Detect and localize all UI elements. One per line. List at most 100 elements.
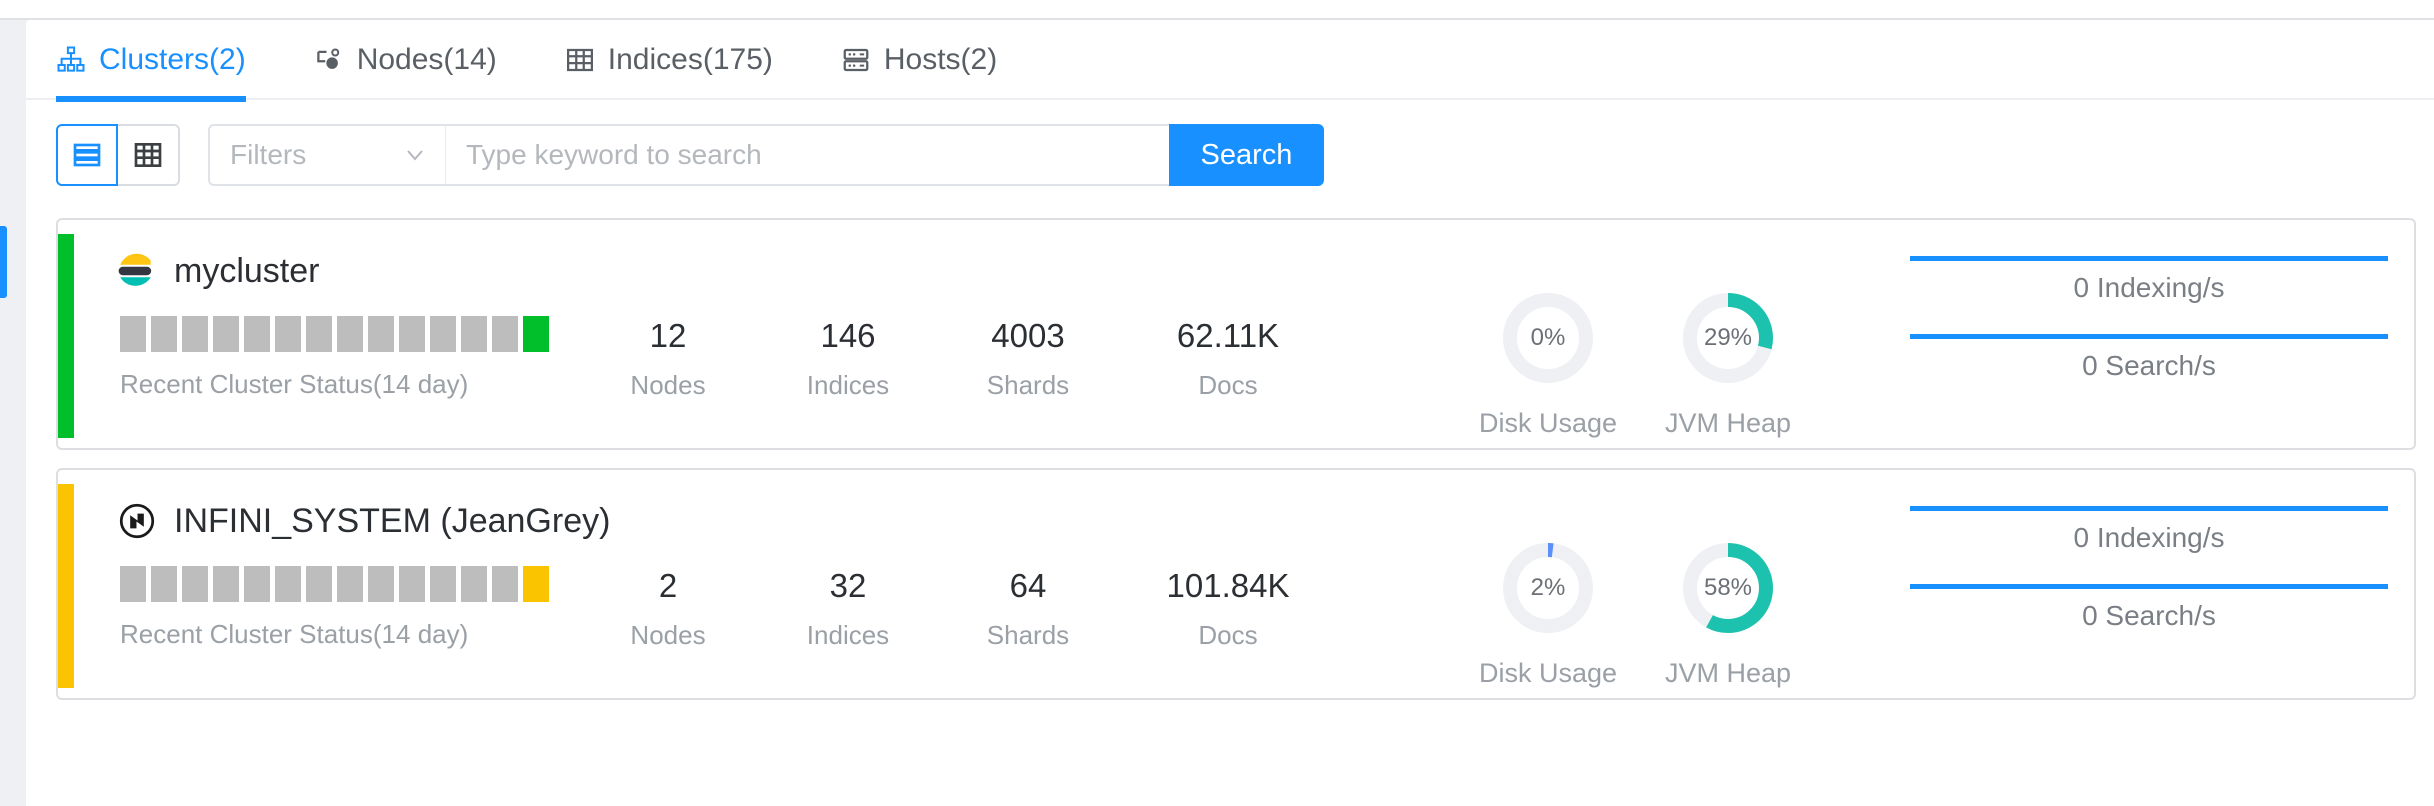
page-root: Clusters(2) Nodes(14) Indices(175) Hosts(2)	[0, 0, 2434, 806]
chevron-down-icon	[407, 150, 423, 161]
status-bar-day[interactable]	[523, 566, 549, 602]
stat-indices: 32 Indices	[758, 566, 938, 652]
status-bar-day[interactable]	[461, 316, 487, 352]
stat-docs: 101.84K Docs	[1138, 566, 1318, 652]
stat-value: 4003	[991, 317, 1065, 354]
left-edge-scroll-indicator[interactable]	[0, 226, 7, 298]
tab-clusters[interactable]: Clusters(2)	[56, 20, 246, 102]
tab-indices[interactable]: Indices(175)	[565, 20, 773, 100]
sparkline-label: 0 Search/s	[2082, 600, 2216, 631]
sparkline-block[interactable]: 0 Search/s	[1910, 584, 2388, 662]
gauge-jvm-heap: 58% JVM Heap	[1638, 536, 1818, 689]
server-icon	[843, 48, 869, 72]
recent-cluster-status: Recent Cluster Status(14 day)	[116, 316, 586, 400]
stat-value: 101.84K	[1166, 567, 1290, 604]
status-bar-day[interactable]	[306, 316, 332, 352]
status-bar-day[interactable]	[399, 566, 425, 602]
sparkline-path	[1910, 506, 2388, 511]
gauge-label: Disk Usage	[1478, 408, 1618, 438]
status-bar-day[interactable]	[368, 316, 394, 352]
sparkline-block[interactable]: 0 Indexing/s	[1910, 506, 2388, 584]
cluster-name: INFINI_SYSTEM (JeanGrey)	[174, 501, 611, 540]
status-bar-day[interactable]	[461, 566, 487, 602]
filters-label: Filters	[230, 139, 307, 170]
top-strip	[0, 0, 2434, 18]
gauge-disk-usage: 0% Disk Usage	[1458, 286, 1638, 439]
tab-list: Clusters(2) Nodes(14) Indices(175) Hosts(2)	[26, 20, 2434, 102]
stat-label: Indices	[806, 370, 890, 400]
status-bar-day[interactable]	[275, 566, 301, 602]
status-bar-day[interactable]	[430, 566, 456, 602]
status-bar-day[interactable]	[151, 566, 177, 602]
status-bar-day[interactable]	[213, 566, 239, 602]
status-bar-day[interactable]	[337, 316, 363, 352]
sparkline-label: 0 Indexing/s	[2073, 272, 2225, 303]
status-bar-day[interactable]	[430, 316, 456, 352]
status-chart-label: Recent Cluster Status(14 day)	[120, 369, 469, 399]
status-bar-day[interactable]	[182, 566, 208, 602]
cluster-name: mycluster	[174, 251, 320, 290]
list-view-button[interactable]	[56, 124, 118, 186]
tab-label: Nodes(14)	[356, 43, 497, 76]
tab-nodes[interactable]: Nodes(14)	[314, 20, 497, 100]
status-bar-day[interactable]	[182, 316, 208, 352]
status-bar-day[interactable]	[492, 316, 518, 352]
status-bar-day[interactable]	[399, 316, 425, 352]
stat-value: 2	[658, 567, 678, 604]
filters-dropdown[interactable]: Filters	[208, 124, 446, 186]
gauge-disk-usage: 2% Disk Usage	[1458, 536, 1638, 689]
stat-value: 32	[829, 567, 867, 604]
cluster-card[interactable]: mycluster Recent Cluster Status(14 day) 12…	[56, 218, 2416, 450]
stat-label: Nodes	[630, 620, 706, 650]
status-bar-day[interactable]	[244, 566, 270, 602]
stat-nodes: 2 Nodes	[578, 566, 758, 652]
tab-bar: Clusters(2) Nodes(14) Indices(175) Hosts(2)	[26, 20, 2434, 102]
status-bar-day[interactable]	[306, 566, 332, 602]
infini-icon	[119, 503, 155, 539]
table-view-button[interactable]	[118, 124, 180, 186]
tab-label: Clusters(2)	[99, 43, 246, 76]
stat-label: Indices	[806, 620, 890, 650]
status-bar-day[interactable]	[368, 566, 394, 602]
toolbar: Filters Search	[26, 100, 2434, 210]
status-chart-label: Recent Cluster Status(14 day)	[120, 619, 469, 649]
stat-value: 146	[820, 317, 876, 354]
gauge-value: 29%	[1703, 324, 1753, 351]
node-icon	[316, 48, 339, 69]
stat-label: Shards	[986, 620, 1070, 650]
status-bar-day[interactable]	[523, 316, 549, 352]
stat-value: 62.11K	[1176, 317, 1280, 354]
cluster-card[interactable]: INFINI_SYSTEM (JeanGrey) Recent Cluster S…	[56, 468, 2416, 700]
sparkline-path	[1910, 256, 2388, 261]
tab-hosts[interactable]: Hosts(2)	[841, 20, 997, 100]
sparkline-block[interactable]: 0 Search/s	[1910, 334, 2388, 412]
status-bar-chart	[116, 566, 586, 602]
content-panel: Clusters(2) Nodes(14) Indices(175) Hosts(2)	[26, 20, 2434, 806]
status-bar-day[interactable]	[120, 566, 146, 602]
status-bar-day[interactable]	[151, 316, 177, 352]
status-bar-day[interactable]	[492, 566, 518, 602]
sparkline-label: 0 Indexing/s	[2073, 522, 2225, 553]
status-bar-day[interactable]	[213, 316, 239, 352]
table-icon	[566, 48, 593, 72]
gauge-value: 58%	[1703, 574, 1753, 601]
status-bar-day[interactable]	[120, 316, 146, 352]
search-group: Filters Search	[208, 124, 1324, 186]
status-bar-day[interactable]	[244, 316, 270, 352]
sparkline-block[interactable]: 0 Indexing/s	[1910, 256, 2388, 334]
cluster-title[interactable]: INFINI_SYSTEM (JeanGrey)	[116, 500, 610, 542]
cluster-title[interactable]: mycluster	[116, 250, 319, 292]
sparkline-label: 0 Search/s	[2082, 350, 2216, 381]
status-bar-chart	[116, 316, 586, 352]
elasticsearch-icon	[118, 253, 152, 286]
throughput-sparklines: 0 Indexing/s 0 Search/s	[1910, 256, 2388, 412]
stat-label: Docs	[1198, 370, 1258, 400]
gauge-value: 2%	[1530, 574, 1566, 601]
stat-value: 64	[1009, 567, 1047, 604]
status-bar-day[interactable]	[275, 316, 301, 352]
stat-indices: 146 Indices	[758, 316, 938, 402]
search-input[interactable]	[466, 139, 1169, 171]
search-button[interactable]: Search	[1169, 124, 1324, 186]
search-input-wrapper[interactable]	[446, 124, 1169, 186]
status-bar-day[interactable]	[337, 566, 363, 602]
